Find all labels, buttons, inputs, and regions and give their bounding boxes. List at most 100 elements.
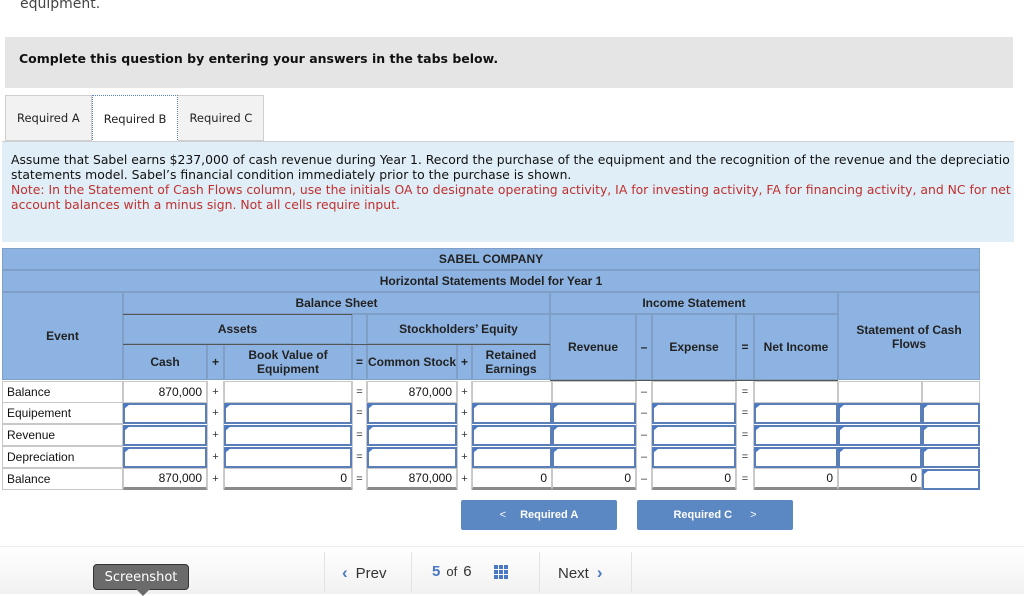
event-label: Balance	[2, 468, 123, 490]
revenue-value	[552, 381, 636, 403]
retained-earnings-value	[472, 381, 552, 403]
cash-flow-activity-input[interactable]	[922, 447, 980, 468]
cash-flow-amount-field[interactable]	[840, 405, 920, 423]
common-stock-input[interactable]	[367, 447, 457, 468]
plus-operator: +	[207, 424, 224, 446]
cash-flow-activity-input[interactable]	[922, 469, 980, 490]
plus-operator: +	[457, 468, 472, 490]
tab-required-a[interactable]: Required A	[5, 95, 92, 141]
revenue-field[interactable]	[554, 427, 634, 445]
net-income-input[interactable]	[754, 403, 838, 424]
common-stock-field[interactable]	[369, 427, 455, 445]
cash-input[interactable]	[123, 403, 207, 424]
cash-flow-amount-field[interactable]	[840, 427, 920, 445]
net-income-input[interactable]	[754, 425, 838, 446]
cash-flow-activity-input[interactable]	[922, 403, 980, 424]
cash-field[interactable]	[125, 427, 205, 445]
cash-input[interactable]	[123, 425, 207, 446]
cash-flow-activity-field[interactable]	[924, 449, 978, 467]
retained-earnings-input[interactable]	[472, 447, 552, 468]
minus-operator: –	[636, 402, 652, 424]
equals-header: =	[352, 344, 367, 380]
net-income-value: 0	[754, 468, 838, 490]
retained-earnings-field[interactable]	[474, 427, 550, 445]
equals-operator: =	[352, 381, 367, 403]
revenue-input[interactable]	[552, 447, 636, 468]
cash-flow-amount-input[interactable]	[838, 403, 922, 424]
equals-operator: =	[352, 402, 367, 424]
expense-header: Expense	[652, 314, 736, 380]
minus-operator: –	[636, 424, 652, 446]
prev-required-button[interactable]: < Required A	[461, 500, 617, 530]
equals-operator: =	[736, 468, 754, 490]
common-stock-field[interactable]	[369, 405, 455, 423]
retained-earnings-input[interactable]	[472, 403, 552, 424]
revenue-input[interactable]	[552, 425, 636, 446]
cash-input[interactable]	[123, 447, 207, 468]
page-indicator: 5 of 6	[432, 563, 508, 580]
next-button[interactable]: Next ›	[558, 563, 603, 583]
net-income-field[interactable]	[756, 449, 836, 467]
cash-flow-amount-input[interactable]	[838, 447, 922, 468]
minus-operator: –	[636, 381, 652, 403]
equity-header: Stockholders’ Equity	[367, 314, 550, 344]
page-current: 5	[432, 563, 441, 580]
expense-value	[652, 381, 736, 403]
rule-line	[367, 344, 550, 345]
common-stock-value: 870,000	[367, 468, 457, 490]
book-value-input[interactable]	[224, 447, 352, 468]
tab-required-b[interactable]: Required B	[91, 95, 179, 142]
equals-operator: =	[736, 402, 754, 424]
cash-flow-activity-field[interactable]	[924, 471, 978, 489]
expense-field[interactable]	[654, 405, 734, 423]
cash-flow-amount-value: 0	[838, 468, 922, 490]
retained-earnings-field[interactable]	[474, 405, 550, 423]
book-value-value	[224, 381, 352, 403]
book-value-input[interactable]	[224, 403, 352, 424]
book-value-input[interactable]	[224, 425, 352, 446]
chevron-right-icon: ›	[596, 563, 603, 582]
cash-flow-activity-field[interactable]	[924, 405, 978, 423]
revenue-field[interactable]	[554, 449, 634, 467]
cash-flow-activity-value	[922, 381, 980, 403]
prev-button[interactable]: ‹ Prev	[342, 563, 387, 583]
expense-field[interactable]	[654, 427, 734, 445]
common-stock-input[interactable]	[367, 425, 457, 446]
revenue-input[interactable]	[552, 403, 636, 424]
grid-icon[interactable]	[493, 564, 508, 579]
common-stock-input[interactable]	[367, 403, 457, 424]
retained-earnings-field[interactable]	[474, 449, 550, 467]
net-income-value	[754, 381, 838, 403]
book-value-field[interactable]	[226, 427, 350, 445]
cash-flow-amount-input[interactable]	[838, 425, 922, 446]
cash-flow-activity-field[interactable]	[924, 427, 978, 445]
book-value-field[interactable]	[226, 405, 350, 423]
equals-operator: =	[736, 424, 754, 446]
common-stock-header: Common Stock	[367, 344, 457, 380]
tab-required-c[interactable]: Required C	[178, 95, 265, 141]
question-text-fragment: equipment.	[20, 0, 101, 12]
common-stock-field[interactable]	[369, 449, 455, 467]
retained-earnings-input[interactable]	[472, 425, 552, 446]
cash-header: Cash	[123, 344, 207, 380]
equals-operator: =	[352, 468, 367, 490]
revenue-field[interactable]	[554, 405, 634, 423]
expense-input[interactable]	[652, 425, 736, 446]
cash-flow-activity-input[interactable]	[922, 425, 980, 446]
net-income-field[interactable]	[756, 427, 836, 445]
net-income-field[interactable]	[756, 405, 836, 423]
expense-input[interactable]	[652, 447, 736, 468]
retained-earnings-header: Retained Earnings	[472, 344, 550, 380]
next-required-button[interactable]: Required C >	[637, 500, 793, 530]
expense-field[interactable]	[654, 449, 734, 467]
revenue-value: 0	[552, 468, 636, 490]
net-income-header: Net Income	[754, 314, 838, 380]
cash-field[interactable]	[125, 405, 205, 423]
equals-operator: =	[352, 446, 367, 468]
cash-field[interactable]	[125, 449, 205, 467]
chevron-right-icon: >	[750, 509, 757, 521]
cash-flow-amount-field[interactable]	[840, 449, 920, 467]
net-income-input[interactable]	[754, 447, 838, 468]
expense-input[interactable]	[652, 403, 736, 424]
book-value-field[interactable]	[226, 449, 350, 467]
